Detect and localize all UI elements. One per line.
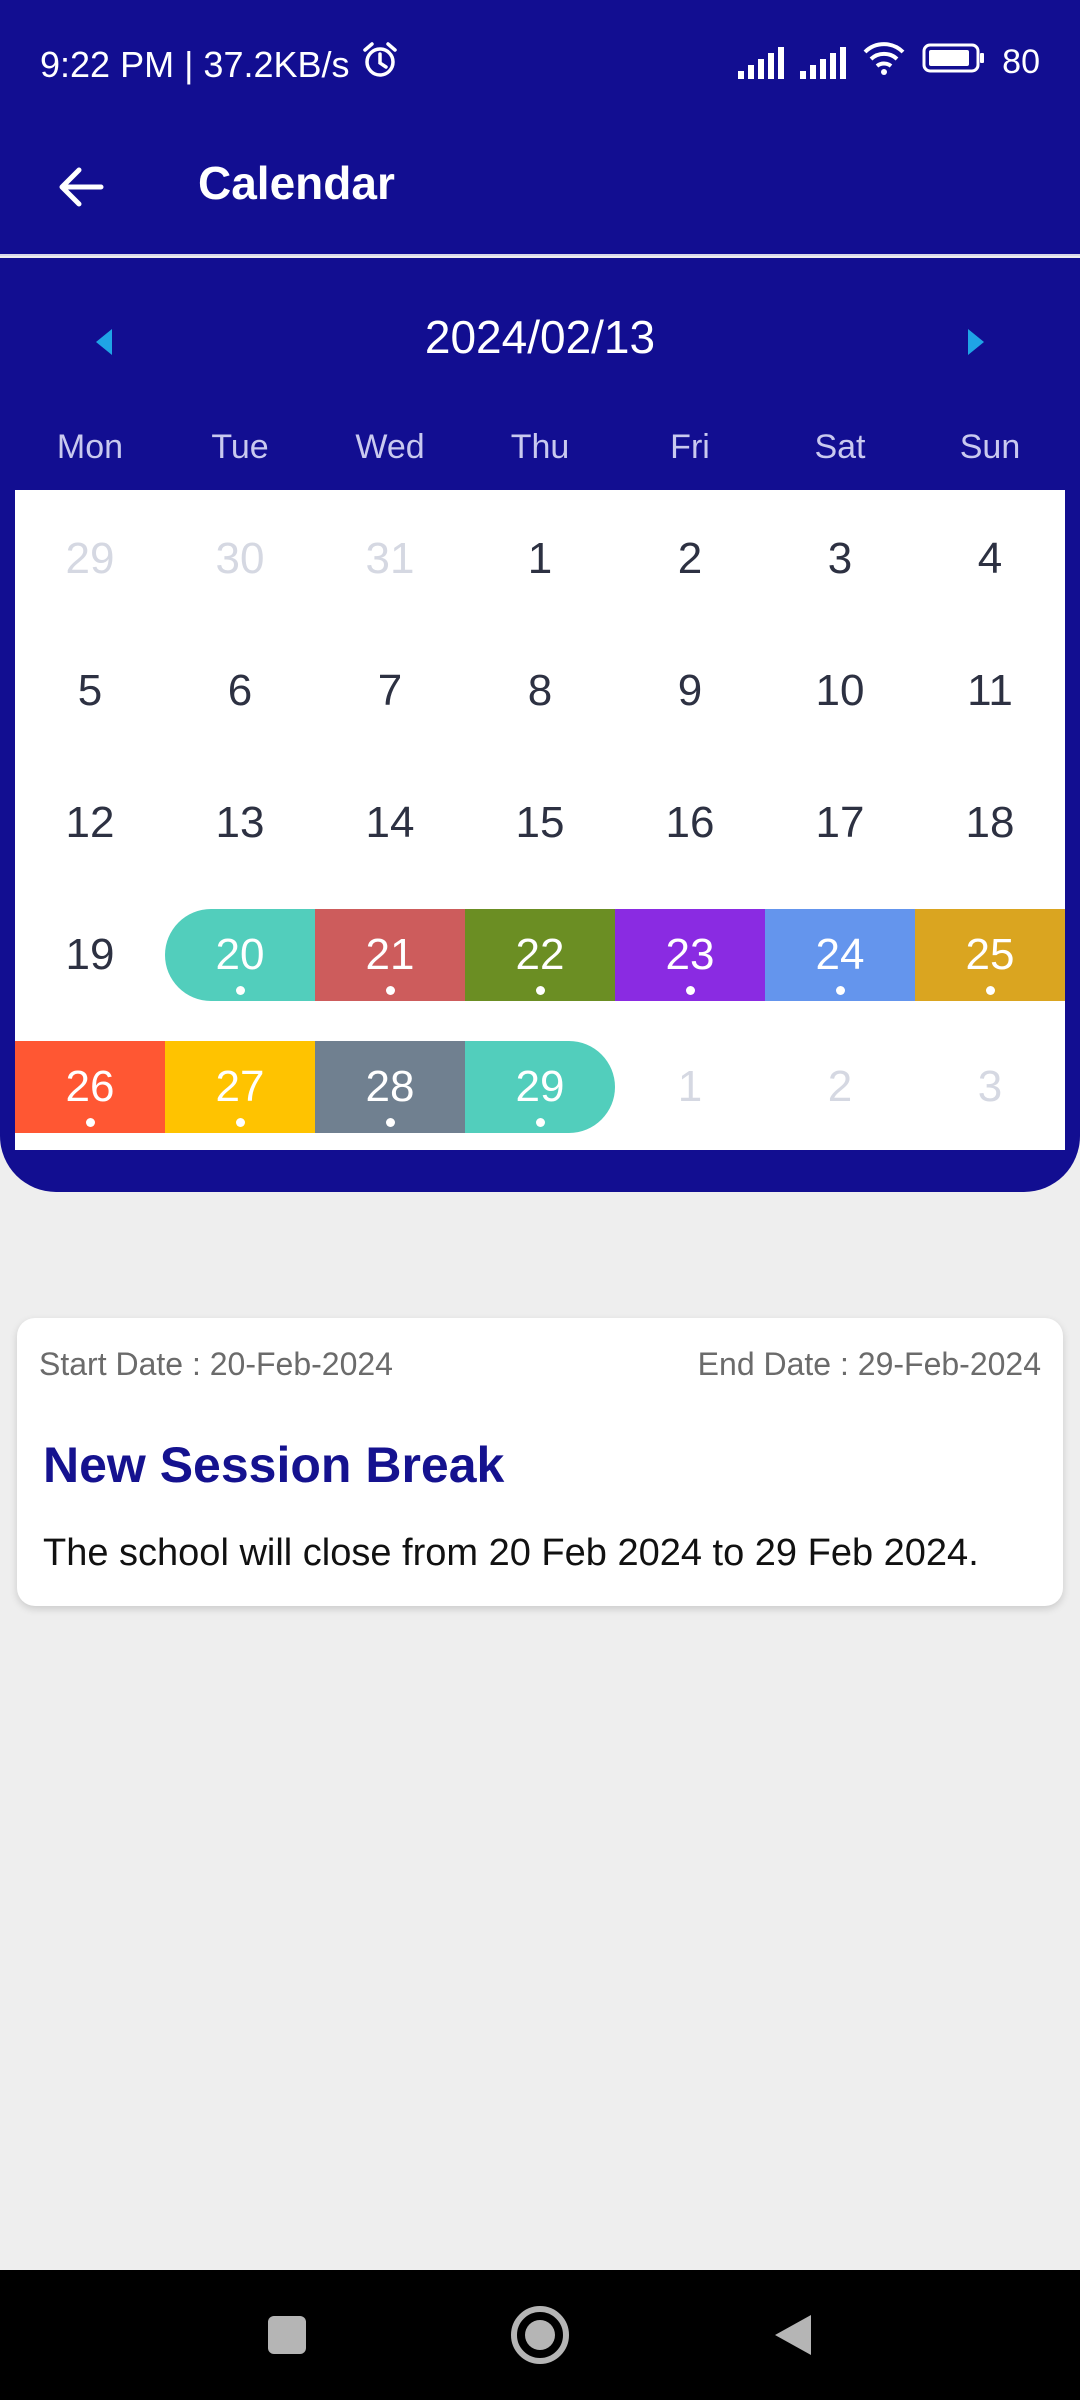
event-day[interactable]: 27 (165, 1041, 315, 1133)
weekday-thu: Thu (510, 428, 570, 466)
calendar-day[interactable]: 29 (15, 513, 165, 605)
calendar-day[interactable]: 11 (915, 645, 1065, 737)
calendar-day[interactable]: 16 (615, 777, 765, 869)
status-right: 80 (738, 40, 1040, 85)
calendar-day[interactable]: 8 (465, 645, 615, 737)
triangle-back-icon (775, 2315, 811, 2355)
event-day[interactable]: 23 (615, 909, 765, 1001)
status-time: 9:22 PM | 37.2KB/s (40, 43, 350, 85)
weekday-mon: Mon (56, 428, 124, 466)
recents-button[interactable] (252, 2300, 322, 2370)
page-title: Calendar (198, 157, 395, 209)
home-button[interactable] (505, 2300, 575, 2370)
event-day[interactable]: 20 (165, 909, 315, 1001)
battery-percent: 80 (1002, 43, 1040, 81)
calendar-day[interactable]: 2 (765, 1041, 915, 1133)
signal-bars-icon (800, 46, 847, 79)
calendar-day[interactable]: 1 (465, 513, 615, 605)
event-day[interactable]: 28 (315, 1041, 465, 1133)
calendar-day[interactable]: 3 (915, 1041, 1065, 1133)
calendar-day[interactable]: 17 (765, 777, 915, 869)
event-day[interactable]: 25 (915, 909, 1065, 1001)
status-left: 9:22 PM | 37.2KB/s (40, 40, 400, 89)
calendar-day[interactable]: 31 (315, 513, 465, 605)
battery-icon (922, 42, 986, 83)
calendar-day[interactable]: 7 (315, 645, 465, 737)
weekday-tue: Tue (211, 428, 269, 466)
event-day[interactable]: 26 (15, 1041, 165, 1133)
weekday-fri: Fri (670, 428, 710, 466)
calendar-day[interactable]: 30 (165, 513, 315, 605)
weekday-header: Mon Tue Wed Thu Fri Sat Sun (15, 428, 1065, 488)
weekday-sun: Sun (959, 428, 1021, 466)
wifi-icon (862, 40, 906, 85)
calendar-day[interactable]: 1 (615, 1041, 765, 1133)
calendar: 2024/02/13 Mon Tue Wed Thu Fri Sat Sun 2… (0, 258, 1080, 1192)
event-description: The school will close from 20 Feb 2024 t… (43, 1532, 979, 1574)
calendar-day[interactable]: 13 (165, 777, 315, 869)
calendar-day[interactable]: 10 (765, 645, 915, 737)
event-title: New Session Break (43, 1437, 505, 1493)
event-day[interactable]: 29 (465, 1041, 615, 1133)
calendar-day[interactable]: 6 (165, 645, 315, 737)
event-end-date: End Date : 29-Feb-2024 (697, 1346, 1041, 1382)
calendar-day[interactable]: 4 (915, 513, 1065, 605)
date-grid: 29 30 31 1 2 3 4 5 6 7 8 9 10 11 12 13 1… (15, 490, 1065, 1150)
calendar-day[interactable]: 9 (615, 645, 765, 737)
month-label[interactable]: 2024/02/13 (0, 310, 1080, 364)
arrow-left-icon (59, 167, 104, 207)
event-day[interactable]: 21 (315, 909, 465, 1001)
next-month-button[interactable] (954, 320, 998, 364)
status-bar: 9:22 PM | 37.2KB/s 80 (0, 0, 1080, 130)
alarm-clock-icon (360, 40, 400, 89)
week-row: 12 13 14 15 16 17 18 (15, 777, 1065, 869)
month-navigation: 2024/02/13 (0, 258, 1080, 418)
calendar-day[interactable]: 18 (915, 777, 1065, 869)
circle-home-icon (511, 2306, 569, 2364)
weekday-sat: Sat (814, 428, 866, 466)
calendar-day[interactable]: 19 (15, 909, 165, 1001)
back-button[interactable] (46, 152, 116, 222)
calendar-day[interactable]: 12 (15, 777, 165, 869)
square-icon (268, 2316, 306, 2354)
event-start-date: Start Date : 20-Feb-2024 (39, 1346, 393, 1382)
event-card[interactable]: Start Date : 20-Feb-2024 End Date : 29-F… (17, 1318, 1063, 1606)
signal-bars-icon (738, 46, 785, 79)
week-row: 26 27 28 29 1 2 3 (15, 1041, 1065, 1133)
back-nav-button[interactable] (758, 2300, 828, 2370)
calendar-day[interactable]: 14 (315, 777, 465, 869)
week-row: 19 20 21 22 23 24 25 (15, 909, 1065, 1001)
week-row: 5 6 7 8 9 10 11 (15, 645, 1065, 737)
week-row: 29 30 31 1 2 3 4 (15, 513, 1065, 605)
weekday-wed: Wed (355, 428, 425, 466)
event-day[interactable]: 24 (765, 909, 915, 1001)
calendar-day[interactable]: 3 (765, 513, 915, 605)
calendar-day[interactable]: 2 (615, 513, 765, 605)
calendar-day[interactable]: 15 (465, 777, 615, 869)
event-day[interactable]: 22 (465, 909, 615, 1001)
system-nav-bar (0, 2270, 1080, 2400)
triangle-right-icon (968, 329, 984, 355)
calendar-day[interactable]: 5 (15, 645, 165, 737)
app-bar: Calendar (0, 130, 1080, 256)
